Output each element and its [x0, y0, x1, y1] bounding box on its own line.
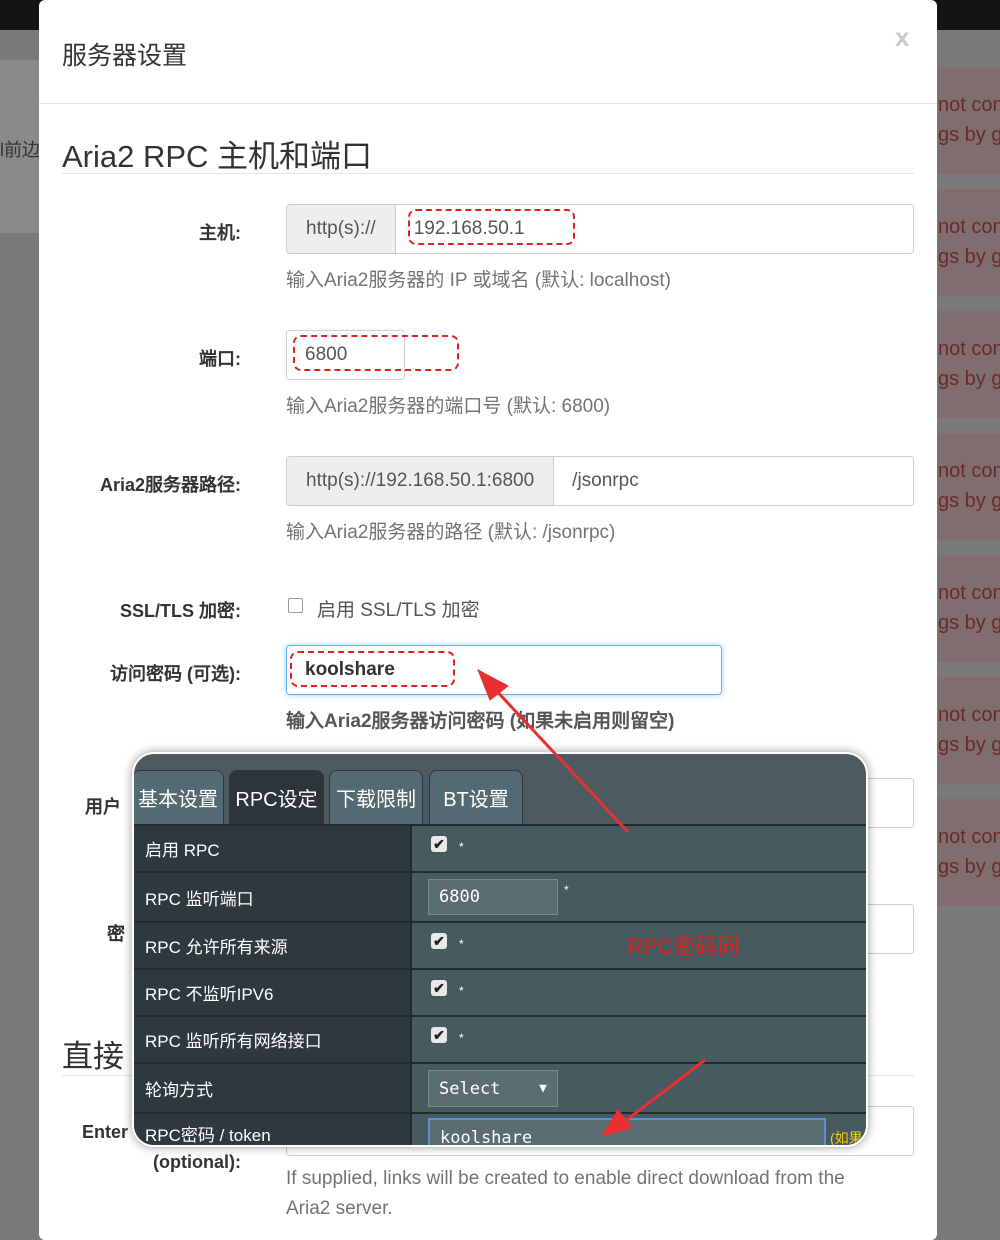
arrow-icon	[477, 668, 630, 834]
annotation-arrows	[477, 668, 706, 1137]
arrow-icon	[600, 1058, 706, 1137]
